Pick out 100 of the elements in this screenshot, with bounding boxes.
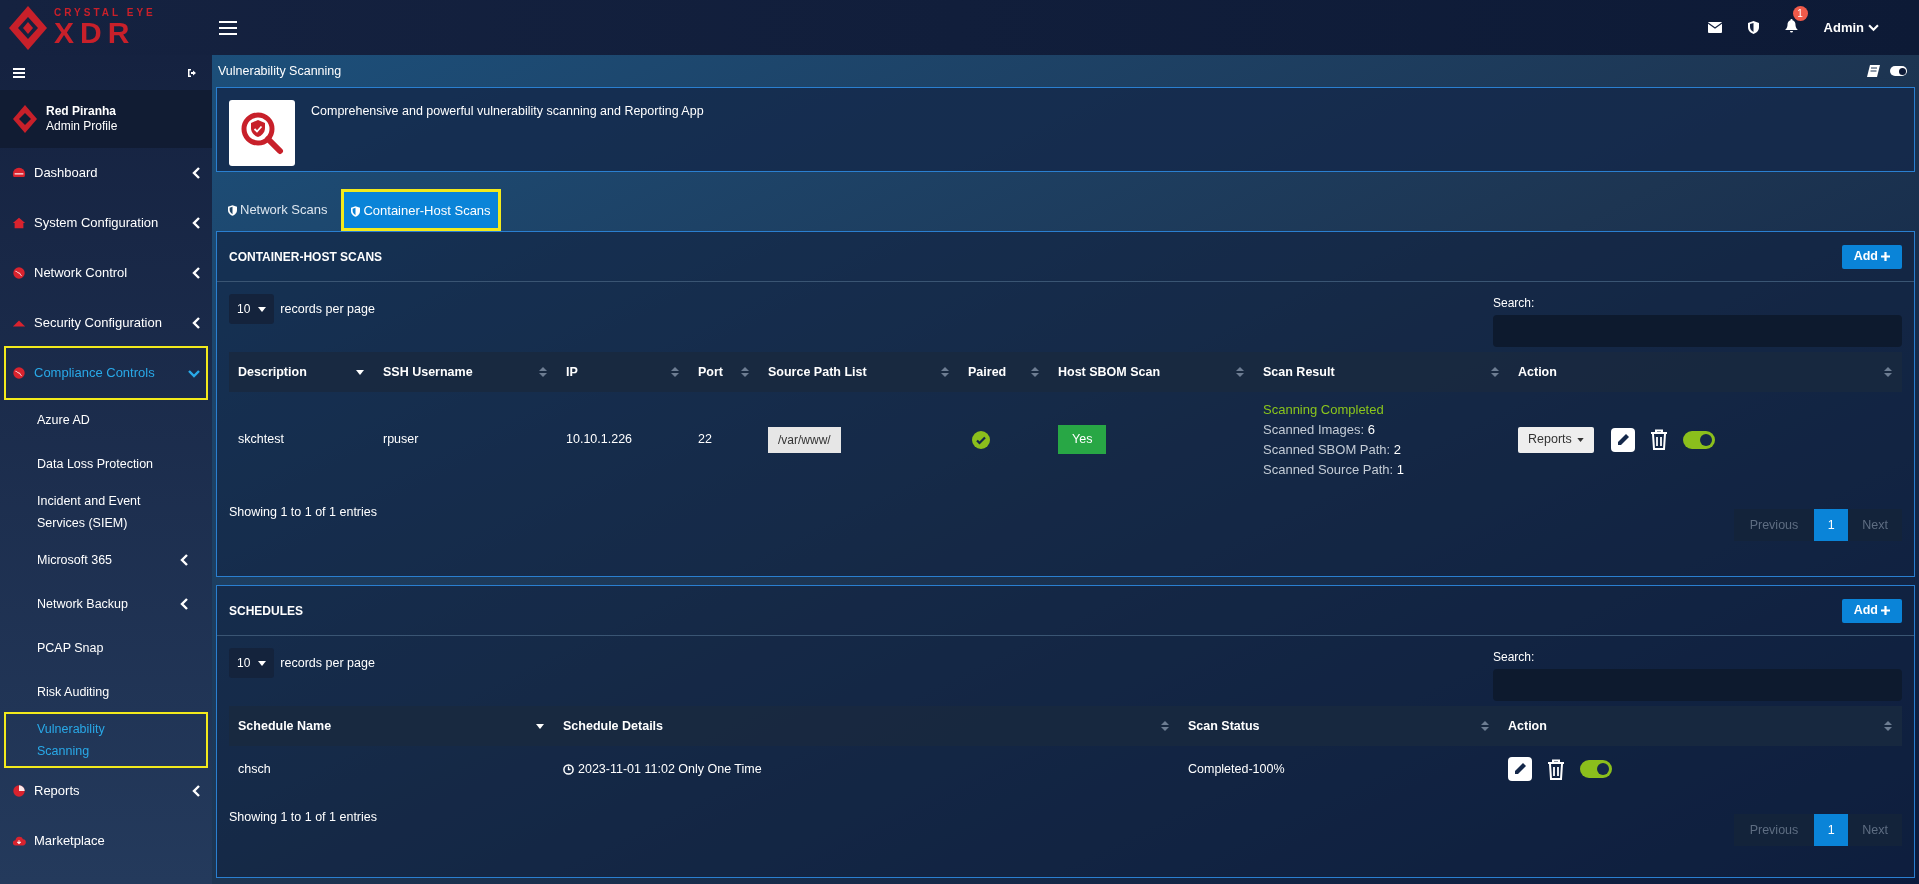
diamond-logo-icon [8, 4, 48, 51]
notification-count: 1 [1792, 5, 1808, 21]
delete-button[interactable] [1649, 429, 1668, 450]
globe-icon [12, 266, 26, 280]
nav-item[interactable]: Marketplace [6, 816, 206, 866]
sort-descending-icon [535, 723, 545, 729]
nav-subitem[interactable]: Network Backup [6, 582, 206, 626]
sort-icon [670, 366, 680, 378]
page-length-select[interactable]: 10 [229, 648, 275, 678]
enable-toggle[interactable] [1580, 760, 1612, 778]
menu-icon [219, 20, 237, 35]
search-label: Search: [1493, 295, 1536, 312]
path-tag: /var/www/ [768, 426, 841, 453]
column-header[interactable]: Schedule Name [229, 716, 554, 736]
nav-item[interactable]: Security Configuration [6, 298, 206, 348]
globe-icon [12, 366, 26, 380]
column-header[interactable]: IP [557, 362, 689, 382]
pencil-icon [1513, 762, 1527, 776]
column-header[interactable]: Action [1509, 362, 1902, 382]
nav-subitem[interactable]: Risk Auditing [6, 670, 206, 714]
shield-button[interactable] [1747, 21, 1759, 34]
table-cell-text: Completed-100% [1188, 760, 1285, 778]
sort-icon [1490, 366, 1500, 378]
column-header[interactable]: Description [229, 362, 374, 382]
app-description: Comprehensive and powerful vulnerability scanning and Reporting App [311, 103, 704, 120]
user-menu[interactable]: Admin [1823, 17, 1879, 38]
pie-chart-icon [12, 784, 26, 798]
mail-button[interactable] [1707, 22, 1722, 33]
plus-icon [1881, 252, 1890, 261]
tab[interactable]: Network Scans [218, 189, 338, 231]
caret-down-icon [258, 306, 267, 312]
page-button[interactable]: 1 [1814, 509, 1849, 541]
column-header[interactable]: SSH Username [374, 362, 557, 382]
magnifier-shield-icon [240, 111, 284, 155]
gauge-icon [12, 166, 26, 180]
column-header[interactable]: Paired [959, 362, 1049, 382]
sidebar-toggle-button[interactable] [13, 67, 25, 78]
page-length-label: records per page [280, 300, 375, 318]
search-label: Search: [1493, 649, 1536, 666]
sort-icon [1480, 720, 1490, 732]
nav-item[interactable]: Compliance Controls [6, 348, 206, 398]
nav-subitem[interactable]: Incident and Event Services (SIEM) [6, 486, 206, 538]
display-toggle[interactable] [1890, 66, 1907, 76]
trash-icon [1649, 429, 1668, 450]
page-length-select[interactable]: 10 [229, 294, 275, 324]
sort-descending-icon [355, 369, 365, 375]
edit-button[interactable] [1508, 757, 1532, 781]
shield-icon [228, 204, 237, 216]
delete-button[interactable] [1547, 758, 1565, 780]
brand-tagline: CRYSTAL EYE [54, 7, 156, 18]
nav-item[interactable]: Reports [6, 766, 206, 816]
sort-icon [538, 366, 548, 378]
nav-subitem[interactable]: Data Loss Protection [6, 442, 206, 486]
page-button[interactable]: 1 [1814, 814, 1849, 846]
scan-stat: Scanned Source Path: 1 [1263, 460, 1404, 479]
table-cell-text: skchtest [238, 431, 284, 449]
column-header[interactable]: Schedule Details [554, 716, 1179, 736]
brand-name: XDR [54, 17, 136, 48]
sort-icon [1030, 366, 1040, 378]
reports-dropdown-button[interactable]: Reports [1518, 426, 1594, 453]
table-info: Showing 1 to 1 of 1 entries [229, 808, 377, 826]
column-header[interactable]: Host SBOM Scan [1049, 362, 1254, 382]
column-header[interactable]: Scan Status [1179, 716, 1499, 736]
scan-status: Scanning Completed [1263, 400, 1385, 419]
nav-item[interactable]: System Configuration [6, 198, 206, 248]
table-info: Showing 1 to 1 of 1 entries [229, 503, 377, 521]
nav-item[interactable]: Network Control [6, 248, 206, 298]
table-cell-text: rpuser [383, 431, 419, 449]
profile-role: Admin Profile [46, 119, 118, 134]
sort-icon [940, 366, 950, 378]
column-header[interactable]: Scan Result [1254, 362, 1509, 382]
nav-subitem[interactable]: Vulnerability Scanning [6, 714, 206, 766]
search-field[interactable] [1493, 315, 1902, 347]
page-title: Vulnerability Scanning [218, 62, 343, 80]
section-title: SCHEDULES [229, 602, 303, 620]
add-button[interactable]: Add [1841, 244, 1902, 269]
edit-button[interactable] [1610, 427, 1635, 452]
trash-icon [1547, 758, 1565, 780]
tab[interactable]: Container-Host Scans [341, 189, 501, 231]
section-title: CONTAINER-HOST SCANS [229, 248, 383, 266]
column-header[interactable]: Port [689, 362, 759, 382]
table-cell-text: 22 [698, 431, 712, 449]
column-header[interactable]: Action [1499, 716, 1902, 736]
house-icon [12, 216, 26, 230]
book-icon [1867, 65, 1880, 77]
nav-subitem[interactable]: PCAP Snap [6, 626, 206, 670]
chevron-down-icon [1868, 23, 1879, 32]
notifications-button[interactable] [1784, 18, 1798, 33]
column-header[interactable]: Source Path List [759, 362, 959, 382]
pencil-icon [1615, 432, 1630, 447]
scan-stat: Scanned Images: 6 [1263, 420, 1377, 439]
avatar-logo-icon [12, 104, 38, 134]
nav-subitem[interactable]: Azure AD [6, 398, 206, 442]
nav-item[interactable]: Dashboard [6, 148, 206, 198]
enable-toggle[interactable] [1682, 430, 1715, 449]
page-length-label: records per page [280, 654, 375, 672]
shield-icon [351, 205, 361, 217]
add-button[interactable]: Add [1841, 598, 1902, 623]
nav-subitem[interactable]: Microsoft 365 [6, 538, 206, 582]
caret-down-icon [1576, 437, 1584, 442]
